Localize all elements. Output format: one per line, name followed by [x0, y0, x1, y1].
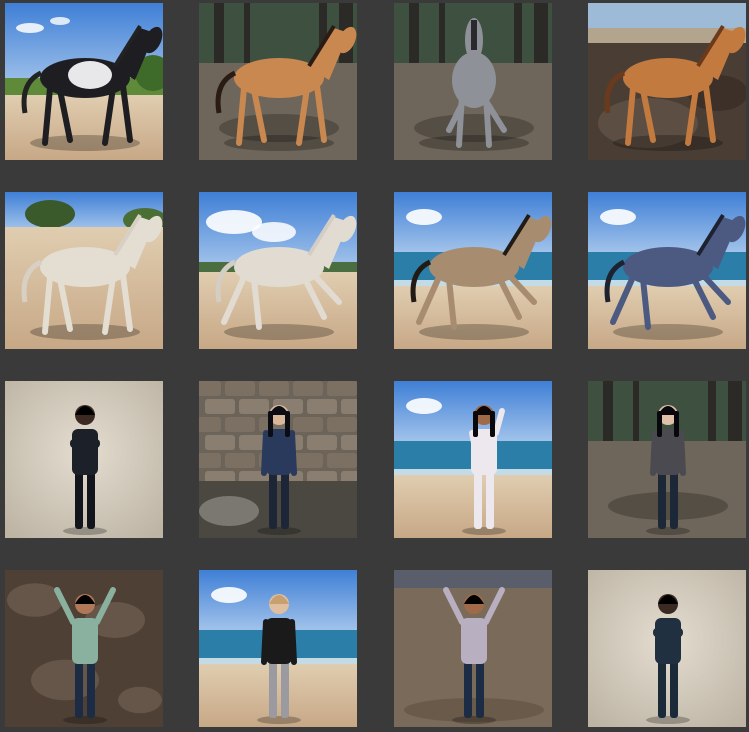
thumbnail-image [394, 3, 552, 160]
thumbnail-person[interactable] [5, 570, 163, 727]
thumbnail-image [199, 570, 357, 727]
thumbnail-image [588, 3, 746, 160]
thumbnail-image [199, 3, 357, 160]
thumbnail-horse[interactable] [588, 3, 746, 160]
thumbnail-image [588, 570, 746, 727]
thumbnail-image [5, 3, 163, 160]
thumbnail-horse[interactable] [394, 3, 552, 160]
thumbnail-image [5, 381, 163, 538]
thumbnail-person[interactable] [588, 381, 746, 538]
thumbnail-image [394, 570, 552, 727]
thumbnail-image [394, 381, 552, 538]
thumbnail-person[interactable] [5, 381, 163, 538]
thumbnail-horse[interactable] [199, 192, 357, 349]
thumbnail-person[interactable] [199, 381, 357, 538]
thumbnail-image [199, 381, 357, 538]
thumbnail-image [588, 192, 746, 349]
thumbnail-horse[interactable] [5, 3, 163, 160]
thumbnail-image [394, 192, 552, 349]
thumbnail-grid [0, 0, 749, 732]
thumbnail-person[interactable] [394, 570, 552, 727]
thumbnail-horse[interactable] [5, 192, 163, 349]
thumbnail-image [5, 192, 163, 349]
thumbnail-image [5, 570, 163, 727]
thumbnail-horse[interactable] [199, 3, 357, 160]
thumbnail-person[interactable] [588, 570, 746, 727]
thumbnail-image [588, 381, 746, 538]
thumbnail-horse[interactable] [394, 192, 552, 349]
thumbnail-person[interactable] [199, 570, 357, 727]
thumbnail-horse[interactable] [588, 192, 746, 349]
thumbnail-image [199, 192, 357, 349]
thumbnail-person[interactable] [394, 381, 552, 538]
